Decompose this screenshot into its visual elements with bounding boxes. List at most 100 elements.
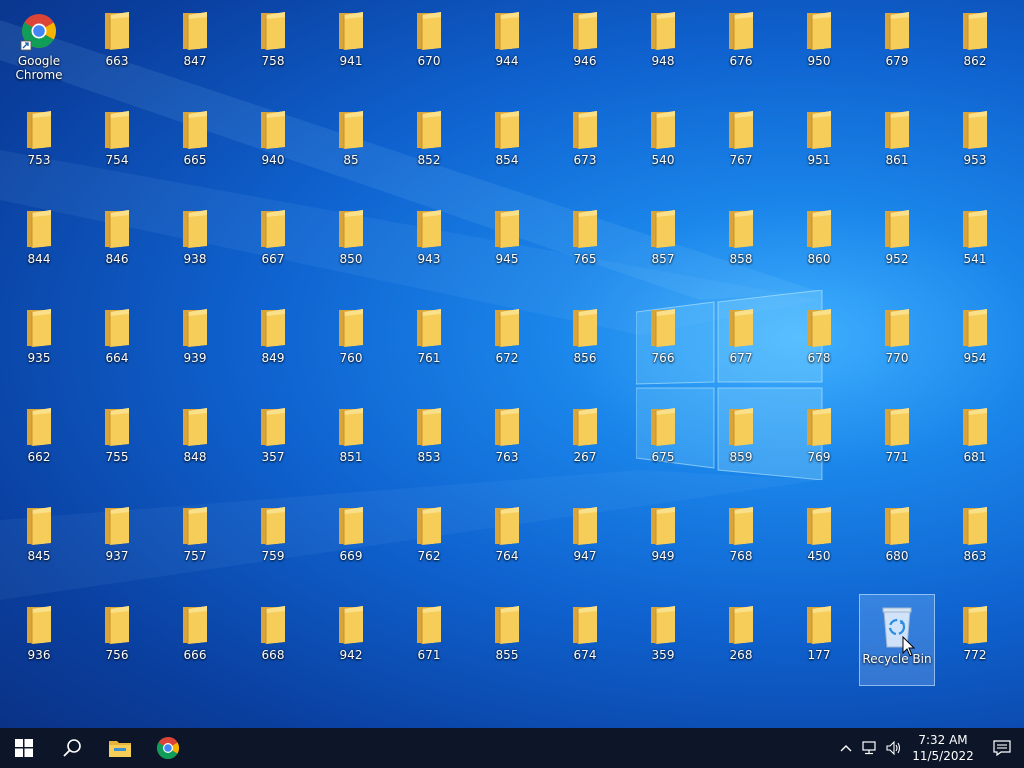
desktop-folder[interactable]: 768 bbox=[703, 495, 779, 587]
desktop-folder[interactable]: 852 bbox=[391, 99, 467, 191]
action-center-button[interactable] bbox=[980, 728, 1024, 768]
desktop-folder[interactable]: 766 bbox=[625, 297, 701, 389]
search-button[interactable] bbox=[48, 728, 96, 768]
desktop-folder[interactable]: 674 bbox=[547, 594, 623, 686]
desktop-folder[interactable]: 952 bbox=[859, 198, 935, 290]
show-hidden-icons-button[interactable] bbox=[834, 728, 858, 768]
taskbar-file-explorer[interactable] bbox=[96, 728, 144, 768]
start-button[interactable] bbox=[0, 728, 48, 768]
desktop-folder[interactable]: 762 bbox=[391, 495, 467, 587]
desktop-folder[interactable]: 680 bbox=[859, 495, 935, 587]
desktop-folder[interactable]: 671 bbox=[391, 594, 467, 686]
desktop-folder[interactable]: 857 bbox=[625, 198, 701, 290]
desktop-folder[interactable]: 678 bbox=[781, 297, 857, 389]
desktop-chrome-shortcut[interactable]: Google Chrome bbox=[1, 0, 77, 92]
desktop-folder[interactable]: 949 bbox=[625, 495, 701, 587]
desktop-folder[interactable]: 847 bbox=[157, 0, 233, 92]
desktop-folder[interactable]: 666 bbox=[157, 594, 233, 686]
desktop-folder[interactable]: 765 bbox=[547, 198, 623, 290]
desktop-folder[interactable]: 670 bbox=[391, 0, 467, 92]
desktop-folder[interactable]: 764 bbox=[469, 495, 545, 587]
desktop-folder[interactable]: 676 bbox=[703, 0, 779, 92]
desktop-folder[interactable]: 753 bbox=[1, 99, 77, 191]
desktop-folder[interactable]: 953 bbox=[937, 99, 1013, 191]
desktop-folder[interactable]: 848 bbox=[157, 396, 233, 488]
desktop-folder[interactable]: 856 bbox=[547, 297, 623, 389]
desktop-folder[interactable]: 665 bbox=[157, 99, 233, 191]
desktop-folder[interactable]: 669 bbox=[313, 495, 389, 587]
desktop-folder[interactable]: 757 bbox=[157, 495, 233, 587]
desktop-folder[interactable]: 767 bbox=[703, 99, 779, 191]
taskbar-chrome[interactable] bbox=[144, 728, 192, 768]
desktop-folder[interactable]: 770 bbox=[859, 297, 935, 389]
desktop-folder[interactable]: 941 bbox=[313, 0, 389, 92]
desktop-folder[interactable]: 951 bbox=[781, 99, 857, 191]
desktop-folder[interactable]: 862 bbox=[937, 0, 1013, 92]
desktop-folder[interactable]: 754 bbox=[79, 99, 155, 191]
desktop-folder[interactable]: 946 bbox=[547, 0, 623, 92]
desktop-folder[interactable]: 668 bbox=[235, 594, 311, 686]
desktop-folder[interactable]: 937 bbox=[79, 495, 155, 587]
desktop-folder[interactable]: 664 bbox=[79, 297, 155, 389]
desktop-folder[interactable]: 267 bbox=[547, 396, 623, 488]
desktop-folder[interactable]: 854 bbox=[469, 99, 545, 191]
desktop-folder[interactable]: 855 bbox=[469, 594, 545, 686]
desktop-folder[interactable]: 677 bbox=[703, 297, 779, 389]
desktop-folder[interactable]: 357 bbox=[235, 396, 311, 488]
desktop-folder[interactable]: 860 bbox=[781, 198, 857, 290]
desktop-folder[interactable]: 672 bbox=[469, 297, 545, 389]
desktop-folder[interactable]: 763 bbox=[469, 396, 545, 488]
desktop-folder[interactable]: 940 bbox=[235, 99, 311, 191]
desktop-folder[interactable]: 769 bbox=[781, 396, 857, 488]
desktop-folder[interactable]: 541 bbox=[937, 198, 1013, 290]
desktop-folder[interactable]: 673 bbox=[547, 99, 623, 191]
desktop-folder[interactable]: 755 bbox=[79, 396, 155, 488]
desktop-folder[interactable]: 939 bbox=[157, 297, 233, 389]
desktop-folder[interactable]: 662 bbox=[1, 396, 77, 488]
desktop-folder[interactable]: 679 bbox=[859, 0, 935, 92]
desktop-folder[interactable]: 861 bbox=[859, 99, 935, 191]
desktop-recycle-bin[interactable]: Recycle Bin bbox=[859, 594, 935, 686]
desktop-folder[interactable]: 859 bbox=[703, 396, 779, 488]
desktop-folder[interactable]: 853 bbox=[391, 396, 467, 488]
desktop-folder[interactable]: 936 bbox=[1, 594, 77, 686]
desktop-folder[interactable]: 849 bbox=[235, 297, 311, 389]
desktop-folder[interactable]: 756 bbox=[79, 594, 155, 686]
desktop-folder[interactable]: 761 bbox=[391, 297, 467, 389]
desktop-folder[interactable]: 858 bbox=[703, 198, 779, 290]
clock[interactable]: 7:32 AM 11/5/2022 bbox=[906, 732, 980, 764]
desktop-folder[interactable]: 177 bbox=[781, 594, 857, 686]
desktop-folder[interactable]: 846 bbox=[79, 198, 155, 290]
desktop-folder[interactable]: 675 bbox=[625, 396, 701, 488]
desktop-folder[interactable]: 771 bbox=[859, 396, 935, 488]
desktop-folder[interactable]: 944 bbox=[469, 0, 545, 92]
network-button[interactable] bbox=[858, 728, 882, 768]
desktop-folder[interactable]: 663 bbox=[79, 0, 155, 92]
desktop-folder[interactable]: 359 bbox=[625, 594, 701, 686]
desktop-folder[interactable]: 935 bbox=[1, 297, 77, 389]
desktop-folder[interactable]: 945 bbox=[469, 198, 545, 290]
desktop-folder[interactable]: 950 bbox=[781, 0, 857, 92]
desktop[interactable]: Google Chrome 663 847 758 941 670 944 946 948 676… bbox=[0, 0, 1024, 728]
desktop-folder[interactable]: 760 bbox=[313, 297, 389, 389]
desktop-folder[interactable]: 844 bbox=[1, 198, 77, 290]
desktop-folder[interactable]: 540 bbox=[625, 99, 701, 191]
desktop-folder[interactable]: 863 bbox=[937, 495, 1013, 587]
desktop-folder[interactable]: 667 bbox=[235, 198, 311, 290]
desktop-folder[interactable]: 268 bbox=[703, 594, 779, 686]
desktop-folder[interactable]: 772 bbox=[937, 594, 1013, 686]
desktop-folder[interactable]: 947 bbox=[547, 495, 623, 587]
desktop-folder[interactable]: 851 bbox=[313, 396, 389, 488]
desktop-folder[interactable]: 758 bbox=[235, 0, 311, 92]
desktop-folder[interactable]: 948 bbox=[625, 0, 701, 92]
desktop-folder[interactable]: 85 bbox=[313, 99, 389, 191]
desktop-folder[interactable]: 681 bbox=[937, 396, 1013, 488]
desktop-folder[interactable]: 850 bbox=[313, 198, 389, 290]
desktop-folder[interactable]: 942 bbox=[313, 594, 389, 686]
desktop-folder[interactable]: 845 bbox=[1, 495, 77, 587]
desktop-folder[interactable]: 943 bbox=[391, 198, 467, 290]
desktop-folder[interactable]: 938 bbox=[157, 198, 233, 290]
volume-button[interactable] bbox=[882, 728, 906, 768]
desktop-folder[interactable]: 954 bbox=[937, 297, 1013, 389]
desktop-folder[interactable]: 450 bbox=[781, 495, 857, 587]
